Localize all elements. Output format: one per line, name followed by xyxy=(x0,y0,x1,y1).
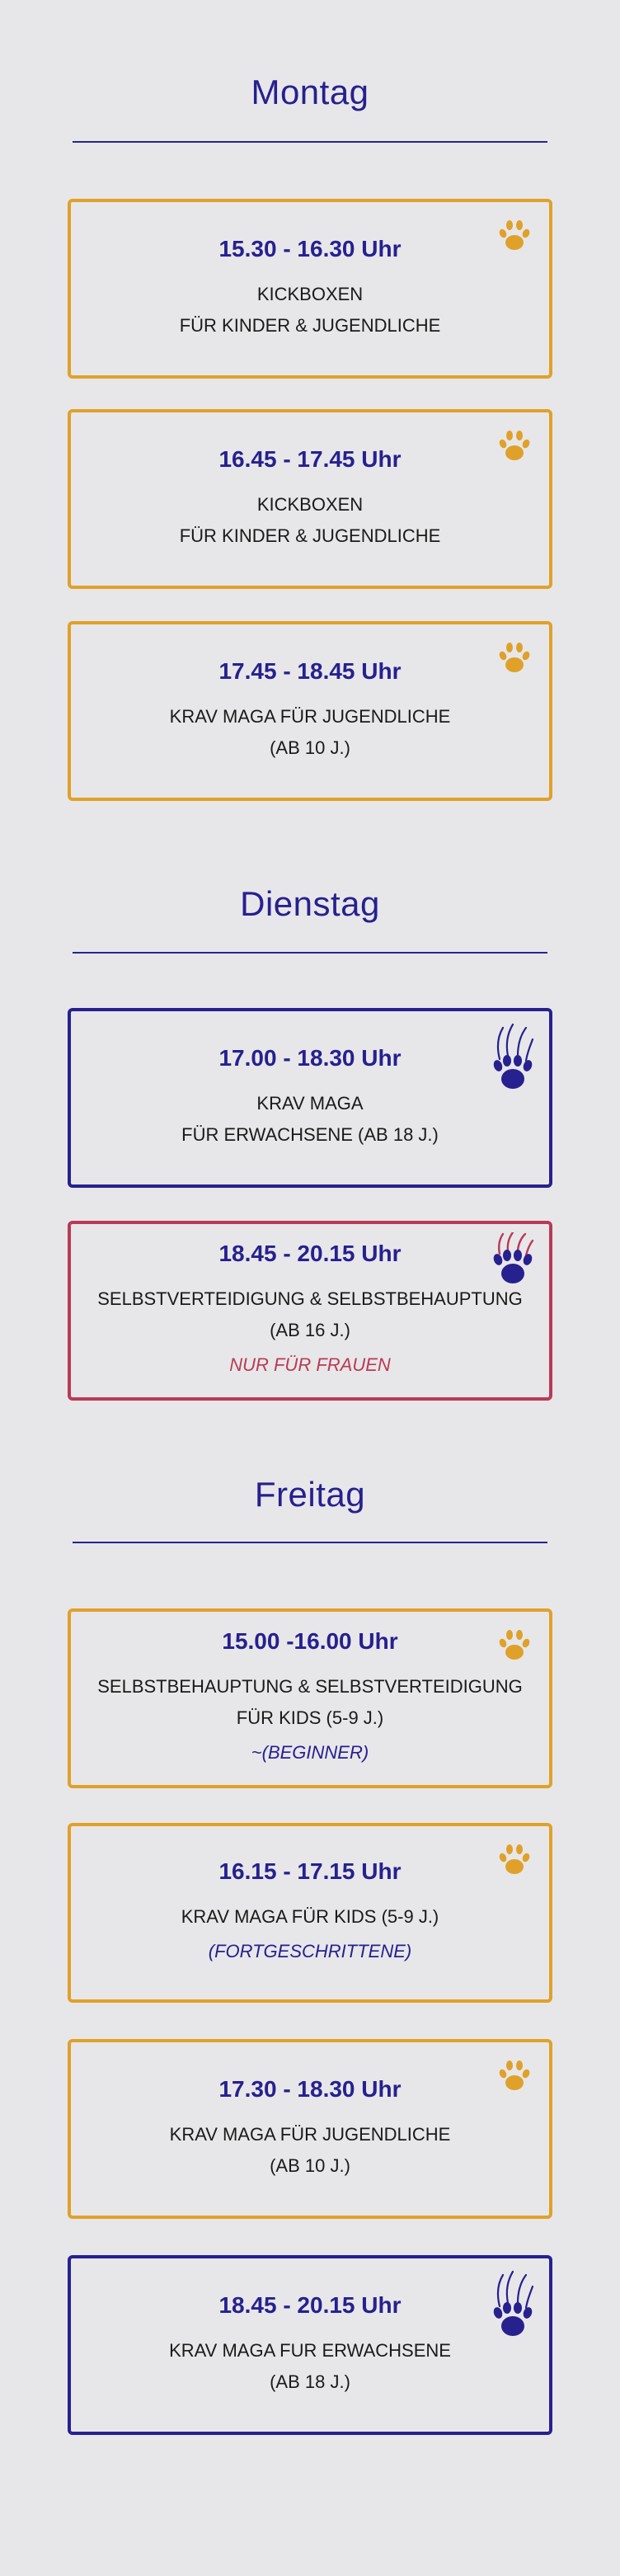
class-card: 17.45 - 18.45 Uhr KRAV MAGA FÜR JUGENDLI… xyxy=(68,621,552,801)
class-line: (AB 10 J.) xyxy=(270,737,350,758)
class-line: KICKBOXEN xyxy=(256,494,364,515)
class-note: NUR FÜR FRAUEN xyxy=(229,1354,391,1375)
class-line: KRAV MAGA xyxy=(256,1093,364,1114)
class-line: FÜR KIDS (5-9 J.) xyxy=(236,1707,384,1728)
class-line: FÜR ERWACHSENE (AB 18 J.) xyxy=(181,1124,439,1145)
paw-icon xyxy=(496,2057,533,2093)
class-line: KRAV MAGA FÜR JUGENDLICHE xyxy=(169,2124,451,2145)
class-card: 15.30 - 16.30 Uhr KICKBOXEN FÜR KINDER &… xyxy=(68,199,552,379)
class-line: (AB 16 J.) xyxy=(270,1320,350,1340)
class-time: 17.30 - 18.30 Uhr xyxy=(218,2076,402,2102)
class-card: 17.00 - 18.30 Uhr KRAV MAGA FÜR ERWACHSE… xyxy=(68,1008,552,1188)
class-time: 16.15 - 17.15 Uhr xyxy=(218,1858,402,1884)
class-time: 18.45 - 20.15 Uhr xyxy=(218,1241,402,1266)
class-card: 18.45 - 20.15 Uhr SELBSTVERTEIDIGUNG & S… xyxy=(68,1221,552,1401)
class-time: 17.00 - 18.30 Uhr xyxy=(218,1045,402,1071)
class-line: (AB 10 J.) xyxy=(270,2155,350,2176)
bear-claw-icon xyxy=(493,1232,534,1283)
class-card: 15.00 -16.00 Uhr SELBSTBEHAUPTUNG & SELB… xyxy=(68,1608,552,1788)
class-note: (FORTGESCHRITTENE) xyxy=(208,1941,412,1961)
class-line: SELBSTVERTEIDIGUNG & SELBSTBEHAUPTUNG xyxy=(97,1288,523,1309)
day-divider xyxy=(73,141,547,143)
paw-icon xyxy=(496,427,533,464)
class-time: 17.45 - 18.45 Uhr xyxy=(218,658,402,684)
class-line: FÜR KINDER & JUGENDLICHE xyxy=(179,525,441,546)
class-time: 16.45 - 17.45 Uhr xyxy=(218,446,402,472)
day-title-freitag: Freitag xyxy=(254,1475,366,1514)
paw-icon xyxy=(496,1841,533,1877)
paw-icon xyxy=(496,639,533,676)
bear-claw-icon xyxy=(493,1023,534,1089)
day-divider xyxy=(73,952,547,954)
class-line: KRAV MAGA FÜR KIDS (5-9 J.) xyxy=(181,1906,439,1927)
class-card: 18.45 - 20.15 Uhr KRAV MAGA FUR ERWACHSE… xyxy=(68,2255,552,2435)
day-title-dienstag: Dienstag xyxy=(240,884,380,923)
paw-icon xyxy=(496,1627,533,1663)
class-time: 15.30 - 16.30 Uhr xyxy=(218,236,402,261)
bear-claw-icon xyxy=(493,2270,534,2336)
class-card: 16.45 - 17.45 Uhr KICKBOXEN FÜR KINDER &… xyxy=(68,409,552,589)
class-card: 16.15 - 17.15 Uhr KRAV MAGA FÜR KIDS (5-… xyxy=(68,1823,552,2003)
class-time: 18.45 - 20.15 Uhr xyxy=(218,2292,402,2318)
day-title-montag: Montag xyxy=(251,73,369,111)
paw-icon xyxy=(496,217,533,253)
class-line: KICKBOXEN xyxy=(256,284,364,304)
class-card: 17.30 - 18.30 Uhr KRAV MAGA FÜR JUGENDLI… xyxy=(68,2039,552,2219)
class-line: FÜR KINDER & JUGENDLICHE xyxy=(179,315,441,336)
class-note: ~(BEGINNER) xyxy=(251,1742,369,1763)
day-divider xyxy=(73,1542,547,1543)
class-time: 15.00 -16.00 Uhr xyxy=(222,1628,398,1654)
class-line: KRAV MAGA FUR ERWACHSENE xyxy=(169,2340,451,2361)
class-line: SELBSTBEHAUPTUNG & SELBSTVERTEIDIGUNG xyxy=(97,1676,523,1697)
class-line: KRAV MAGA FÜR JUGENDLICHE xyxy=(169,706,451,727)
class-line: (AB 18 J.) xyxy=(270,2371,350,2392)
